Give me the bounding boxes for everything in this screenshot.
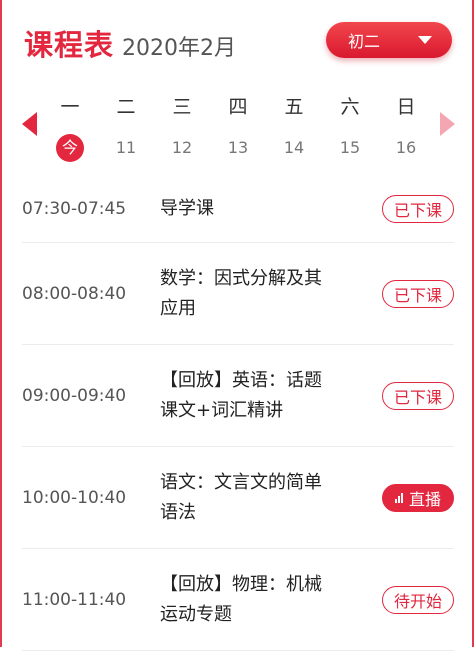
day-fri[interactable]: 五 14 bbox=[266, 92, 322, 162]
weekday-label: 六 bbox=[340, 96, 360, 118]
course-title-line: 课文+词汇精讲 bbox=[160, 399, 284, 421]
date-label: 14 bbox=[283, 138, 305, 157]
day-sun[interactable]: 日 16 bbox=[378, 92, 434, 162]
weekday-label: 二 bbox=[116, 96, 136, 118]
class-time: 08:00-08:40 bbox=[22, 283, 127, 304]
header: 课程表 2020年2月 bbox=[24, 22, 236, 68]
date-label: 15 bbox=[339, 138, 361, 157]
course-title: 【回放】物理：机械 运动专题 bbox=[160, 570, 356, 630]
schedule-row[interactable]: 09:00-09:40 【回放】英语：话题 课文+词汇精讲 已下课 bbox=[22, 345, 454, 447]
weekday-label: 日 bbox=[396, 96, 416, 118]
prev-week-icon[interactable] bbox=[22, 112, 37, 136]
course-title-line: 语文：文言文的简单 bbox=[160, 471, 322, 493]
class-time: 10:00-10:40 bbox=[22, 487, 127, 508]
status-badge[interactable]: 已下课 bbox=[382, 279, 454, 308]
next-week-icon[interactable] bbox=[440, 112, 455, 136]
day-thu[interactable]: 四 13 bbox=[210, 92, 266, 162]
caret-down-icon bbox=[418, 36, 432, 44]
course-title-line: 【回放】英语：话题 bbox=[160, 369, 322, 391]
status-badge[interactable]: 待开始 bbox=[382, 585, 454, 614]
status-badge[interactable]: 已下课 bbox=[382, 195, 454, 223]
course-title-line: 【回放】物理：机械 bbox=[160, 573, 322, 595]
course-title-line: 应用 bbox=[160, 297, 196, 319]
day-wed[interactable]: 三 12 bbox=[154, 92, 210, 162]
schedule-screen: 课程表 2020年2月 初二 一 今 二 11 三 12 四 13 五 14 六 bbox=[0, 0, 474, 651]
week-strip: 一 今 二 11 三 12 四 13 五 14 六 15 日 16 bbox=[42, 92, 434, 162]
live-label: 直播 bbox=[408, 489, 441, 509]
course-title-line: 数学：因式分解及其 bbox=[160, 267, 322, 289]
date-label: 11 bbox=[115, 138, 137, 157]
weekday-label: 五 bbox=[284, 96, 304, 118]
schedule-row[interactable]: 11:00-11:40 【回放】物理：机械 运动专题 待开始 bbox=[22, 549, 454, 651]
page-title: 课程表 bbox=[24, 28, 115, 62]
grade-label: 初二 bbox=[348, 32, 381, 51]
weekday-label: 三 bbox=[172, 96, 192, 118]
class-time: 07:30-07:45 bbox=[22, 199, 127, 219]
month-label: 2020年2月 bbox=[122, 36, 237, 61]
course-title-line: 导学课 bbox=[160, 198, 214, 219]
day-mon[interactable]: 一 今 bbox=[42, 92, 98, 162]
date-label: 12 bbox=[171, 138, 193, 157]
schedule-row[interactable]: 07:30-07:45 导学课 已下课 bbox=[22, 176, 454, 243]
live-bars-icon bbox=[394, 492, 404, 503]
schedule-row[interactable]: 10:00-10:40 语文：文言文的简单 语法 直播 bbox=[22, 447, 454, 549]
course-title-line: 运动专题 bbox=[160, 603, 232, 625]
course-title: 语文：文言文的简单 语法 bbox=[160, 468, 356, 528]
live-button[interactable]: 直播 bbox=[382, 483, 454, 512]
grade-dropdown[interactable]: 初二 bbox=[326, 22, 452, 58]
status-badge[interactable]: 已下课 bbox=[382, 381, 454, 410]
date-label: 今 bbox=[56, 134, 84, 162]
class-time: 09:00-09:40 bbox=[22, 385, 127, 406]
day-sat[interactable]: 六 15 bbox=[322, 92, 378, 162]
schedule-list: 07:30-07:45 导学课 已下课 08:00-08:40 数学：因式分解及… bbox=[22, 176, 454, 651]
course-title-line: 语法 bbox=[160, 501, 196, 523]
date-label: 16 bbox=[395, 138, 417, 157]
schedule-row[interactable]: 08:00-08:40 数学：因式分解及其 应用 已下课 bbox=[22, 243, 454, 345]
class-time: 11:00-11:40 bbox=[22, 589, 127, 610]
weekday-label: 一 bbox=[60, 96, 80, 118]
weekday-label: 四 bbox=[228, 96, 248, 118]
course-title: 【回放】英语：话题 课文+词汇精讲 bbox=[160, 366, 356, 426]
date-label: 13 bbox=[227, 138, 249, 157]
day-tue[interactable]: 二 11 bbox=[98, 92, 154, 162]
course-title: 数学：因式分解及其 应用 bbox=[160, 264, 356, 324]
course-title: 导学课 bbox=[160, 194, 356, 224]
